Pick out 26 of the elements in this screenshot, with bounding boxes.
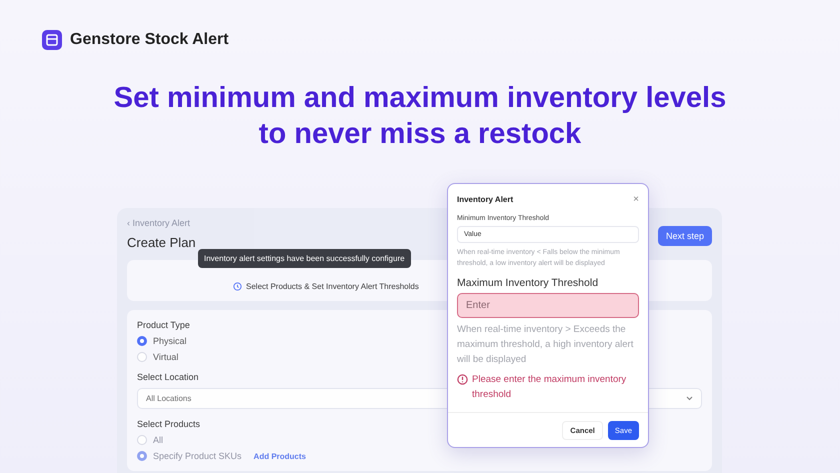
dialog-title: Inventory Alert	[457, 195, 514, 204]
field-label: Select Products	[137, 419, 200, 429]
breadcrumb-link[interactable]: ‹ Inventory Alert	[127, 218, 196, 228]
step-label: Select Products & Set Inventory Alert Thresholds	[246, 282, 419, 291]
next-step-button[interactable]: Next step	[658, 226, 712, 246]
field-label: Maximum Inventory Threshold	[457, 277, 600, 289]
close-button[interactable]: ×	[633, 194, 639, 205]
success-toast: Inventory alert settings have been successfully configure	[198, 249, 411, 268]
field-label: Product Type	[137, 320, 190, 330]
radio-label: All	[153, 435, 164, 445]
page-title: Create Plan	[127, 235, 196, 250]
hint-text: When real-time inventory > Exceeds the maximum threshold, a high inventory alert will be displayed	[457, 323, 634, 367]
error-icon	[457, 374, 468, 385]
max-threshold-input[interactable]: Enter	[457, 293, 639, 318]
radio-label: Specify Product SKUs	[153, 451, 242, 461]
radio-label: Physical	[153, 336, 187, 346]
field-label: Select Location	[137, 372, 199, 382]
radio-button[interactable]	[137, 336, 147, 346]
clock-icon	[233, 282, 242, 291]
add-products-link[interactable]: Add Products	[254, 452, 306, 460]
brand-name: Genstore Stock Alert	[70, 31, 229, 49]
store-logo-icon	[42, 30, 62, 50]
radio-label: Virtual	[153, 352, 178, 362]
radio-button[interactable]	[137, 451, 147, 461]
chevron-down-icon	[686, 396, 693, 401]
headline: Set minimum and maximum inventory levels to never miss a restock	[112, 81, 728, 152]
